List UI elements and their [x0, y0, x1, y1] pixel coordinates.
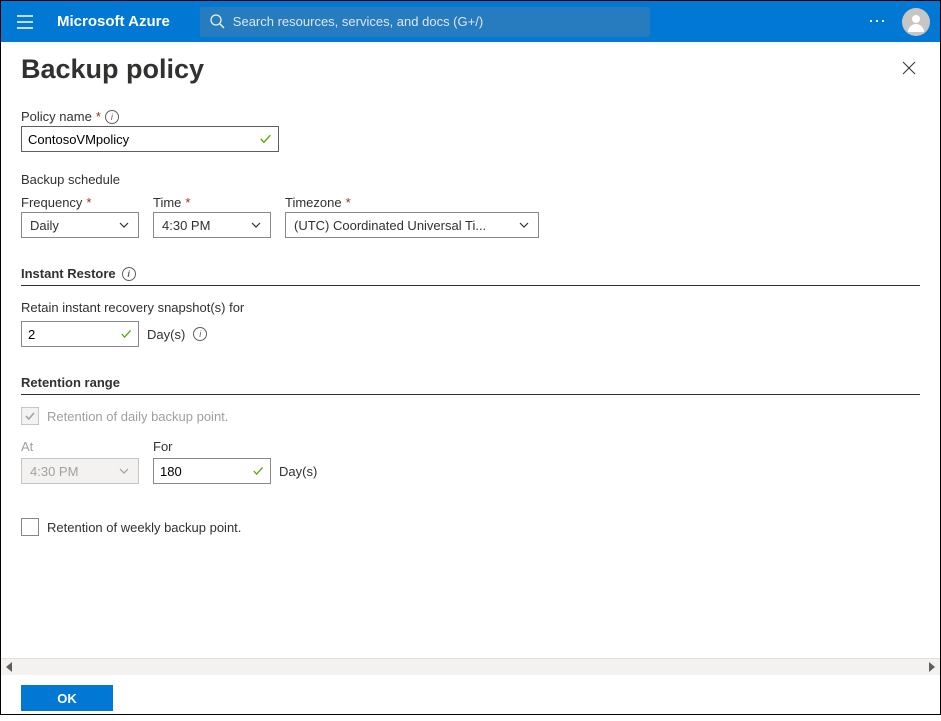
daily-for-unit: Day(s): [279, 464, 317, 479]
search-input[interactable]: Search resources, services, and docs (G+…: [200, 7, 650, 37]
hamburger-icon: [17, 15, 33, 29]
close-icon: [902, 61, 916, 75]
daily-at-select: 4:30 PM: [21, 458, 139, 484]
chevron-down-icon: [118, 465, 130, 477]
chevron-down-icon: [250, 219, 262, 231]
check-icon: [259, 132, 272, 146]
required-asterisk: *: [96, 109, 101, 124]
user-icon: [906, 12, 926, 32]
footer: OK: [1, 675, 940, 721]
time-value: 4:30 PM: [162, 218, 210, 233]
daily-retention-label: Retention of daily backup point.: [47, 409, 228, 424]
check-icon: [24, 410, 36, 422]
info-icon[interactable]: i: [105, 110, 119, 124]
page-title: Backup policy: [21, 54, 204, 85]
weekly-retention-checkbox[interactable]: [21, 518, 39, 536]
brand-label: Microsoft Azure: [57, 13, 170, 30]
time-label: Time*: [153, 195, 271, 210]
frequency-value: Daily: [30, 218, 59, 233]
hamburger-menu-button[interactable]: [11, 15, 39, 29]
snapshot-days-input[interactable]: [21, 321, 139, 347]
info-icon[interactable]: i: [122, 267, 136, 281]
close-button[interactable]: [898, 57, 920, 82]
form-scroll-area[interactable]: Policy name * i Backup schedule Frequenc…: [1, 93, 940, 658]
search-icon: [210, 14, 225, 29]
backup-schedule-label: Backup schedule: [21, 172, 920, 187]
daily-retention-checkbox-row: Retention of daily backup point.: [21, 407, 920, 425]
timezone-value: (UTC) Coordinated Universal Ti...: [294, 218, 486, 233]
info-icon[interactable]: i: [193, 327, 207, 341]
top-bar: Microsoft Azure Search resources, servic…: [1, 1, 940, 42]
policy-name-input[interactable]: [21, 126, 279, 152]
time-select[interactable]: 4:30 PM: [153, 212, 271, 238]
chevron-down-icon: [518, 219, 530, 231]
policy-name-text[interactable]: [28, 132, 259, 147]
snapshot-days-text[interactable]: [28, 327, 120, 342]
user-avatar[interactable]: [902, 8, 930, 36]
daily-at-value: 4:30 PM: [30, 464, 78, 479]
search-placeholder: Search resources, services, and docs (G+…: [233, 14, 483, 29]
retain-label: Retain instant recovery snapshot(s) for: [21, 300, 920, 315]
frequency-label: Frequency*: [21, 195, 139, 210]
more-button[interactable]: ⋯: [858, 11, 898, 32]
daily-for-text[interactable]: [160, 464, 252, 479]
daily-for-input[interactable]: [153, 458, 271, 484]
horizontal-scrollbar[interactable]: [1, 658, 940, 675]
weekly-retention-label: Retention of weekly backup point.: [47, 520, 241, 535]
ok-button[interactable]: OK: [21, 685, 113, 711]
daily-retention-checkbox: [21, 407, 39, 425]
timezone-select[interactable]: (UTC) Coordinated Universal Ti...: [285, 212, 539, 238]
frequency-select[interactable]: Daily: [21, 212, 139, 238]
at-label: At: [21, 439, 139, 454]
page-header: Backup policy: [1, 42, 940, 93]
timezone-label: Timezone*: [285, 195, 539, 210]
ellipsis-icon: ⋯: [868, 11, 888, 32]
policy-name-label: Policy name * i: [21, 109, 920, 124]
check-icon: [252, 464, 264, 478]
check-icon: [120, 327, 132, 341]
instant-restore-heading: Instant Restore i: [21, 266, 920, 286]
for-label: For: [153, 439, 317, 454]
chevron-down-icon: [118, 219, 130, 231]
snapshot-unit-label: Day(s): [147, 327, 185, 342]
retention-range-heading: Retention range: [21, 375, 920, 395]
